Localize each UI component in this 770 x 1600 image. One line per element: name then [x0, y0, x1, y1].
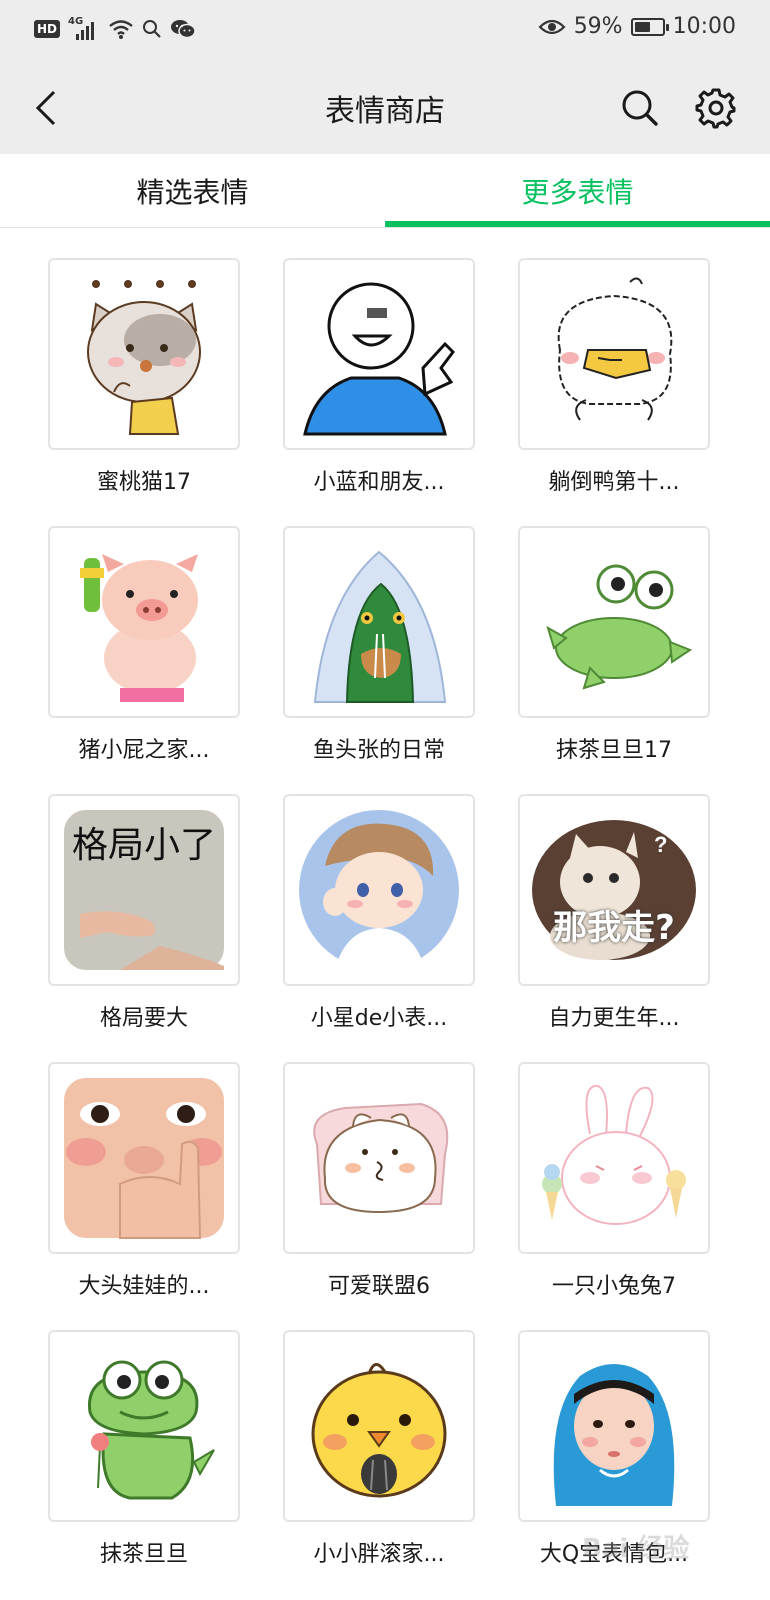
sticker-item[interactable]: 猪小屁之家... — [0, 496, 240, 768]
signal-icon: 4G — [68, 16, 100, 40]
sticker-item[interactable]: 鱼头张的日常 — [235, 496, 475, 768]
nav-bar: 表情商店 — [0, 62, 770, 154]
sticker-thumbnail[interactable] — [518, 1062, 710, 1254]
anime-boy-icon — [299, 810, 459, 970]
status-left: HD 4G — [34, 16, 196, 40]
sticker-item[interactable]: 蜜桃猫17 — [0, 228, 240, 500]
chick-icon — [311, 1363, 447, 1498]
wifi-icon — [109, 20, 133, 39]
face-photo-icon — [64, 1078, 224, 1239]
frog-icon — [546, 564, 693, 690]
svg-text:?: ? — [654, 832, 667, 857]
sticker-name: 大头娃娃的... — [78, 1274, 210, 1299]
sticker-item[interactable]: 大头娃娃的... — [0, 1032, 240, 1304]
sticker-thumbnail[interactable] — [283, 1062, 475, 1254]
sticker-name: 鱼头张的日常 — [312, 738, 445, 763]
search-button[interactable] — [616, 84, 664, 132]
settings-button[interactable] — [692, 84, 740, 132]
hd-badge: HD — [34, 20, 61, 38]
sticker-thumbnail[interactable] — [48, 1062, 240, 1254]
sticker-overlay-text: 那我走? — [553, 908, 675, 948]
tab-more-stickers[interactable]: 更多表情 — [385, 154, 770, 228]
frog-flower-icon — [87, 1360, 215, 1500]
sticker-thumbnail[interactable] — [283, 794, 475, 986]
wechat-icon — [171, 20, 196, 39]
battery-icon — [630, 17, 669, 36]
search-status-icon — [143, 20, 161, 38]
sticker-item[interactable]: 小蓝和朋友... — [235, 228, 475, 500]
duck-icon — [557, 277, 673, 421]
sticker-thumbnail[interactable]: ? — [518, 794, 710, 986]
sticker-item[interactable]: 格局要大 — [0, 764, 240, 1036]
sticker-thumbnail[interactable] — [283, 1330, 475, 1522]
sticker-thumbnail[interactable] — [518, 1330, 710, 1522]
sticker-item[interactable]: 抹茶旦旦17 — [470, 496, 710, 768]
sticker-thumbnail[interactable] — [48, 258, 240, 450]
sticker-name: 自力更生年... — [548, 1006, 680, 1031]
status-bar: HD 4G 59% 10:00 — [0, 0, 770, 62]
sticker-name: 小星de小表... — [310, 1006, 448, 1031]
tab-bar: 精选表情 更多表情 — [0, 154, 770, 228]
sticker-overlay-text: 格局小了 — [71, 825, 216, 866]
sticker-name: 格局要大 — [99, 1006, 188, 1031]
watermark: Bai 经验 — [582, 1534, 690, 1564]
sticker-thumbnail[interactable] — [48, 526, 240, 718]
sticker-name: 可爱联盟6 — [328, 1274, 430, 1299]
bunny-icon — [542, 1084, 686, 1225]
sticker-name: 蜜桃猫17 — [97, 470, 191, 495]
tab-featured-stickers[interactable]: 精选表情 — [0, 154, 385, 228]
battery-percent: 59% — [573, 14, 623, 39]
sticker-name: 抹茶旦旦17 — [556, 738, 672, 763]
sticker-name: 小小胖滚家... — [313, 1542, 445, 1567]
sticker-thumbnail[interactable] — [283, 258, 475, 450]
sticker-item[interactable]: 小小胖滚家... — [235, 1300, 475, 1572]
cute-bear-icon — [313, 1102, 449, 1214]
active-tab-indicator — [385, 221, 770, 227]
search-icon — [622, 90, 658, 126]
fish-head-icon — [313, 550, 447, 703]
sticker-item[interactable]: 可爱联盟6 — [235, 1032, 475, 1304]
battery-fill — [634, 21, 650, 32]
sticker-name: 躺倒鸭第十... — [548, 470, 680, 495]
gear-icon — [695, 88, 736, 129]
pig-icon — [80, 554, 198, 702]
clock: 10:00 — [672, 14, 736, 39]
sticker-thumbnail[interactable] — [283, 526, 475, 718]
sticker-name: 抹茶旦旦 — [99, 1542, 188, 1567]
sticker-name: 猪小屁之家... — [78, 738, 210, 763]
peach-cat-icon — [87, 280, 201, 435]
baby-photo-icon — [553, 1364, 675, 1506]
sticker-thumbnail[interactable] — [518, 258, 710, 450]
eye-icon — [538, 19, 566, 34]
sticker-thumbnail[interactable] — [518, 526, 710, 718]
blue-guy-icon — [303, 282, 455, 436]
sticker-thumbnail[interactable] — [48, 1330, 240, 1522]
status-right: 59% 10:00 — [538, 14, 736, 39]
sticker-item[interactable]: 抹茶旦旦 — [0, 1300, 240, 1572]
sticker-item[interactable]: 小星de小表... — [235, 764, 475, 1036]
sticker-name: 小蓝和朋友... — [313, 470, 445, 495]
sticker-name: 一只小兔兔7 — [552, 1274, 676, 1299]
sticker-item[interactable]: 躺倒鸭第十... — [470, 228, 710, 500]
sticker-item[interactable]: 一只小兔兔7 — [470, 1032, 710, 1304]
